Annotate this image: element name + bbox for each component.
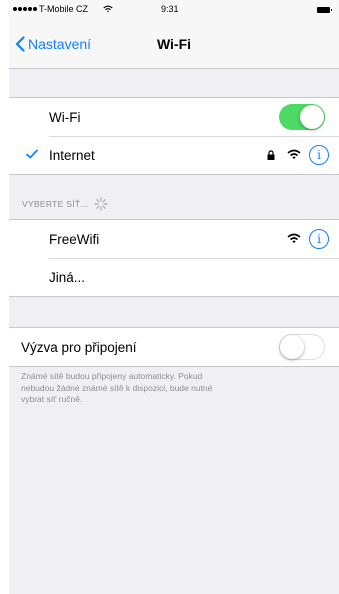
wifi-icon — [287, 149, 301, 159]
toggle-knob — [280, 335, 304, 359]
checkmark-icon — [26, 149, 38, 159]
network-list: FreeWifi i Jiná... — [9, 219, 339, 297]
connected-network-name: Internet — [49, 147, 95, 163]
lock-icon — [267, 150, 275, 160]
network-name: FreeWifi — [49, 231, 100, 247]
toggle-knob — [300, 105, 324, 129]
network-item-freewifi[interactable]: FreeWifi i — [9, 220, 339, 258]
carrier-name: T-Mobile CZ — [39, 4, 89, 14]
footer-line: Známé sítě budou připojeny automaticky. … — [21, 371, 203, 381]
ask-to-join-row: Výzva pro připojení — [9, 328, 339, 366]
wifi-icon — [287, 233, 301, 243]
info-icon[interactable]: i — [309, 145, 329, 165]
footer-line: vybrat síť ručně. — [21, 394, 83, 404]
ask-to-join-label: Výzva pro připojení — [21, 339, 137, 355]
navigation-bar: Nastavení Wi-Fi — [9, 22, 339, 69]
section-header-label: VYBERTE SÍŤ... — [22, 199, 89, 209]
info-icon[interactable]: i — [309, 229, 329, 249]
page-title: Wi-Fi — [156, 36, 192, 52]
ask-to-join-toggle[interactable] — [279, 334, 325, 360]
wifi-toggle-label: Wi-Fi — [49, 109, 81, 125]
footer-description: Známé sítě budou připojeny automaticky. … — [21, 371, 301, 406]
other-network-label: Jiná... — [49, 269, 86, 285]
signal-strength-icon — [13, 7, 37, 11]
footer-line: nebudou žádné známé sítě k dispozici, bu… — [21, 382, 213, 393]
wifi-toggle-row: Wi-Fi — [9, 98, 339, 136]
connected-network-row[interactable]: Internet i — [9, 136, 339, 174]
wifi-toggle[interactable] — [279, 104, 325, 130]
phone-screen: T-Mobile CZ 9:31 Nastavení Wi-Fi Wi-Fi I… — [9, 0, 339, 594]
section-header: VYBERTE SÍŤ... — [22, 197, 109, 211]
ask-to-join-group: Výzva pro připojení — [9, 327, 339, 367]
status-bar: T-Mobile CZ 9:31 — [9, 0, 339, 22]
status-time: 9:31 — [161, 4, 179, 14]
wifi-settings-group: Wi-Fi Internet i — [9, 97, 339, 175]
status-wifi-icon — [103, 5, 113, 13]
network-item-other[interactable]: Jiná... — [9, 258, 339, 296]
loading-spinner-icon — [94, 197, 109, 211]
battery-icon — [317, 7, 332, 13]
